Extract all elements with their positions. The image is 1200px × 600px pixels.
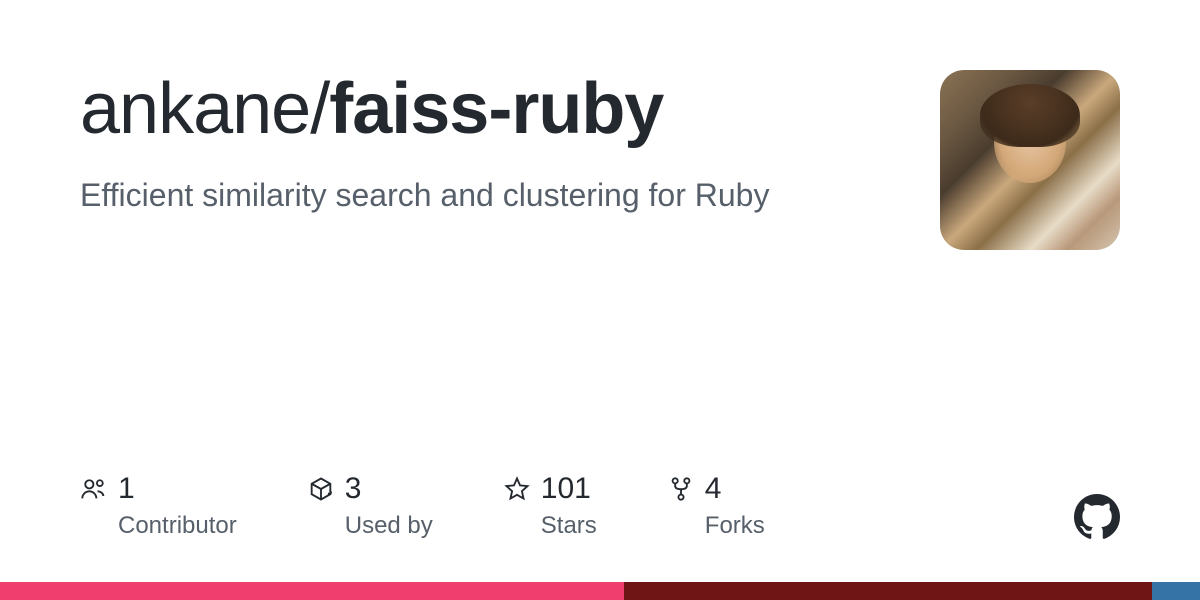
repo-description: Efficient similarity search and clusteri… [80,175,920,217]
repo-owner: ankane [80,69,310,149]
star-icon [503,475,531,503]
package-icon [307,475,335,503]
stat-forks[interactable]: 4 Forks [667,472,765,540]
language-segment [1152,582,1200,600]
repo-stats: 1 Contributor 3 Used by [80,472,765,540]
language-bar [0,582,1200,600]
forks-label: Forks [705,512,765,540]
contributors-label: Contributor [118,512,237,540]
language-segment [0,582,624,600]
stat-contributors[interactable]: 1 Contributor [80,472,237,540]
stat-stars[interactable]: 101 Stars [503,472,597,540]
stars-value: 101 [541,472,591,506]
usedby-label: Used by [345,512,433,540]
repo-title[interactable]: ankane/faiss-ruby [80,70,920,149]
repo-name: faiss-ruby [329,69,663,149]
language-segment [624,582,1152,600]
fork-icon [667,475,695,503]
contributors-icon [80,475,108,503]
repo-slash: / [310,69,329,149]
forks-value: 4 [705,472,722,506]
stars-label: Stars [541,512,597,540]
usedby-value: 3 [345,472,362,506]
stat-usedby[interactable]: 3 Used by [307,472,433,540]
github-logo-icon[interactable] [1074,494,1120,540]
owner-avatar[interactable] [940,70,1120,250]
contributors-value: 1 [118,472,135,506]
